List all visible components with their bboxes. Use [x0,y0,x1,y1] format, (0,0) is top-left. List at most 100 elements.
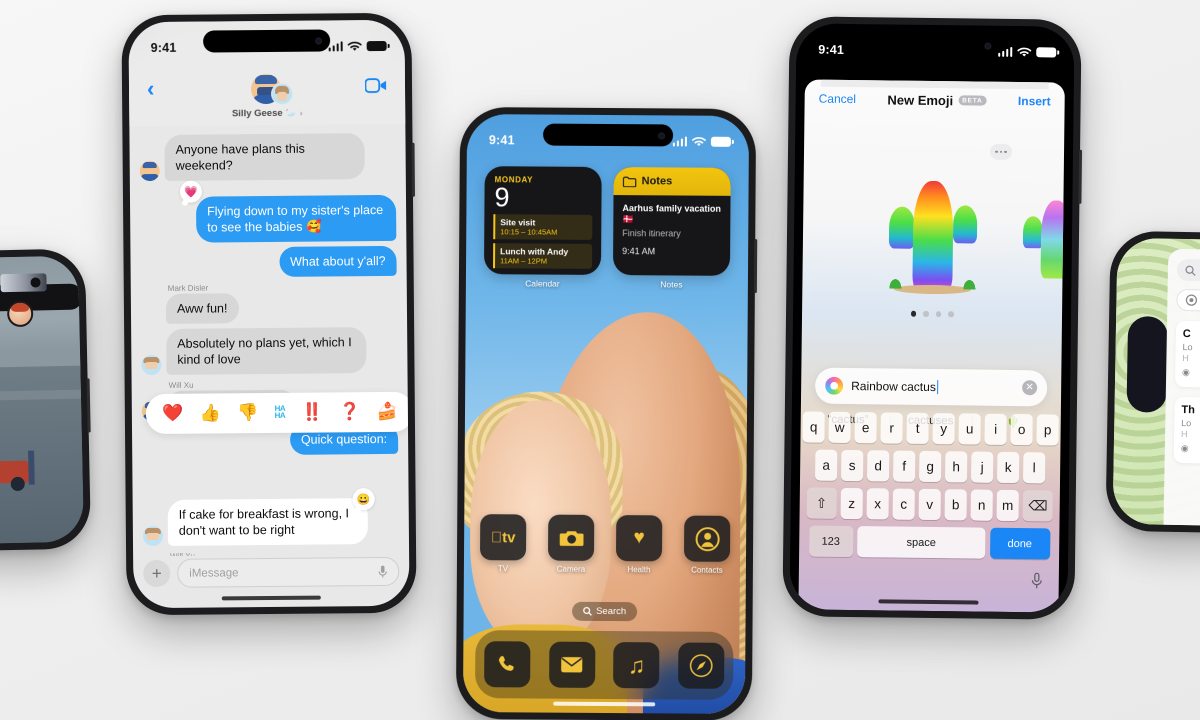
calendar-event[interactable]: Lunch with Andy 11AM – 12PM [493,243,593,270]
key-z[interactable]: z [840,487,863,520]
emoji-preview-stage [802,117,1065,310]
maps-result-item[interactable]: C Lo H ◉ [1174,320,1200,389]
contacts-icon[interactable] [683,515,731,562]
key-t[interactable]: t [906,412,929,444]
key-x[interactable]: x [866,488,889,520]
key-c[interactable]: c [892,488,915,520]
genmoji-preview-next[interactable] [1018,186,1065,279]
shift-key[interactable]: ⇧ [806,487,837,519]
tapback-option-thumbsdown[interactable]: 👎 [237,403,258,423]
group-avatars[interactable] [237,73,297,107]
key-r[interactable]: r [880,412,903,444]
genmoji-preview-main[interactable] [880,162,986,295]
key-b[interactable]: b [944,489,967,521]
key-l[interactable]: l [1023,452,1046,484]
space-key[interactable]: space [857,526,986,559]
maps-filter-pill[interactable] [1176,288,1200,313]
apple-tv-icon[interactable]: tv [479,514,527,561]
key-a[interactable]: a [815,449,838,481]
calendar-day-number: 9 [494,182,510,213]
key-d[interactable]: d [867,450,890,482]
tapback-heart[interactable]: 💗 [179,180,203,203]
message-bubble[interactable]: If cake for breakfast is wrong, I don't … [167,498,369,546]
notes-widget-header: Notes [613,167,731,196]
clear-icon[interactable]: ✕ [1022,380,1038,396]
notes-widget-title: Notes [641,175,673,188]
tapback-smile[interactable]: 😀 [352,488,375,511]
key-m[interactable]: m [996,489,1019,522]
key-w[interactable]: w [828,411,851,444]
key-i[interactable]: i [984,413,1007,445]
emoji-description-input[interactable]: Rainbow cactus ✕ [814,367,1048,406]
calendar-event[interactable]: Site visit 10:15 – 10:45AM [493,214,593,241]
app-camera[interactable]: Camera [547,514,595,574]
key-g[interactable]: g [919,450,942,483]
imessage-input[interactable]: iMessage [177,556,400,588]
maps-search-input[interactable] [1176,258,1200,283]
key-q[interactable]: q [802,411,825,443]
key-f[interactable]: f [893,450,916,482]
key-n[interactable]: n [970,489,993,521]
app-tv[interactable]: tv TV [479,514,527,573]
tapback-option-exclamation[interactable]: ‼️ [301,403,322,423]
key-p[interactable]: p [1036,414,1059,446]
insert-button[interactable]: Insert [1018,94,1051,108]
tapback-option-haha[interactable]: HA HA [275,404,286,420]
cancel-button[interactable]: Cancel [819,92,857,106]
key-v[interactable]: v [918,488,941,521]
compass-icon[interactable] [677,642,725,689]
back-button[interactable]: ‹ [147,76,155,101]
message-bubble[interactable]: Aww fun! [165,293,239,324]
heart-icon[interactable]: ♥ [615,515,663,562]
done-key[interactable]: done [989,527,1050,560]
page-dots[interactable] [802,309,1062,318]
message-composer: + iMessage [143,556,400,588]
tapback-option-question[interactable]: ❓ [339,402,360,422]
avatar-secondary [270,82,294,105]
tapback-option-heart[interactable]: ❤️ [162,404,183,424]
key-o[interactable]: o [1010,413,1033,446]
key-u[interactable]: u [958,413,981,445]
tapback-picker[interactable]: ❤️ 👍 👎 HA HA ‼️ ❓ 🍰 [145,391,410,435]
page-dot-2[interactable] [923,310,929,317]
notes-widget-card[interactable]: Notes Aarhus family vacation 🇩🇰 Finish i… [612,167,731,276]
phone-icon[interactable] [484,641,531,688]
key-k[interactable]: k [997,451,1020,484]
message-thread[interactable]: Anyone have plans this weekend? 💗 Flying… [129,124,410,556]
maps-result-item[interactable]: Th Lo H ◉ [1173,396,1200,464]
calendar-widget-card[interactable]: MONDAY 9 Site visit 10:15 – 10:45AM Lunc… [483,166,602,275]
keyboard[interactable]: q w e r t y u i o p a s d f g h j k l ⇧ … [802,411,1059,566]
calendar-widget[interactable]: MONDAY 9 Site visit 10:15 – 10:45AM Lunc… [483,166,602,289]
numbers-key[interactable]: 123 [808,525,853,558]
add-attachment-button[interactable]: + [143,559,171,588]
app-contacts[interactable]: Contacts [683,515,731,575]
message-bubble[interactable]: What about y'all? [278,245,397,277]
group-name[interactable]: Silly Geese 🦢 › [232,108,303,120]
key-s[interactable]: s [841,449,864,482]
backspace-key[interactable]: ⌫ [1022,490,1054,522]
tapback-option-cake[interactable]: 🍰 [376,402,397,422]
message-bubble[interactable]: Absolutely no plans yet, which I kind of… [166,327,367,375]
microphone-icon[interactable] [1031,572,1043,592]
camera-icon[interactable] [547,514,595,561]
facetime-icon[interactable] [364,78,387,98]
ellipsis-icon[interactable] [989,143,1013,160]
mail-icon[interactable] [548,641,596,688]
page-dot-3[interactable] [935,311,942,317]
key-y[interactable]: y [932,413,955,445]
page-dot-4[interactable] [948,311,954,317]
home-indicator[interactable] [221,595,322,601]
tapback-option-thumbsup[interactable]: 👍 [199,403,220,423]
home-indicator[interactable] [553,701,655,707]
message-bubble[interactable]: Flying down to my sister's place to see … [195,194,397,243]
music-icon[interactable]: ♫ [613,642,660,689]
key-h[interactable]: h [945,451,968,483]
key-e[interactable]: e [854,412,877,444]
notes-widget[interactable]: Notes Aarhus family vacation 🇩🇰 Finish i… [612,167,731,290]
message-bubble[interactable]: Anyone have plans this weekend? [164,133,365,181]
page-dot-1[interactable] [910,310,917,317]
search-button[interactable]: Search [572,601,638,622]
wifi-icon [691,136,706,146]
app-health[interactable]: ♥ Health [615,515,663,574]
key-j[interactable]: j [971,451,994,483]
